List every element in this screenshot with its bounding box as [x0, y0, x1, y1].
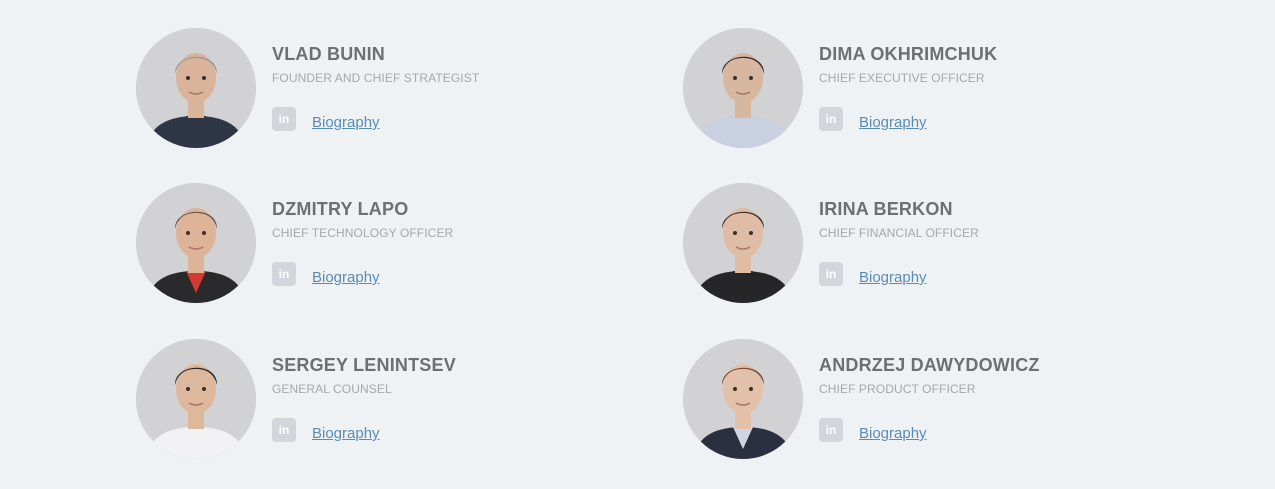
avatar	[136, 339, 256, 459]
avatar	[683, 183, 803, 303]
biography-link[interactable]: Biography	[312, 269, 380, 286]
avatar	[136, 28, 256, 148]
biography-link[interactable]: Biography	[312, 425, 380, 442]
avatar	[683, 28, 803, 148]
team-member-card: DZMITRY LAPO CHIEF TECHNOLOGY OFFICER in…	[136, 183, 596, 307]
team-member-card: DIMA OKHRIMCHUK CHIEF EXECUTIVE OFFICER …	[683, 28, 1143, 152]
member-name: IRINA BERKON	[819, 199, 953, 219]
linkedin-icon[interactable]: in	[272, 418, 296, 442]
team-grid: VLAD BUNIN FOUNDER AND CHIEF STRATEGIST …	[0, 0, 1275, 489]
linkedin-icon[interactable]: in	[272, 107, 296, 131]
linkedin-icon[interactable]: in	[272, 262, 296, 286]
biography-link[interactable]: Biography	[859, 425, 927, 442]
member-name: SERGEY LENINTSEV	[272, 355, 456, 375]
linkedin-icon[interactable]: in	[819, 418, 843, 442]
team-member-card: ANDRZEJ DAWYDOWICZ CHIEF PRODUCT OFFICER…	[683, 339, 1143, 463]
member-name: ANDRZEJ DAWYDOWICZ	[819, 355, 1040, 375]
avatar	[683, 339, 803, 459]
member-name: DIMA OKHRIMCHUK	[819, 44, 998, 64]
member-role: GENERAL COUNSEL	[272, 382, 392, 396]
member-name: DZMITRY LAPO	[272, 199, 409, 219]
member-role: CHIEF FINANCIAL OFFICER	[819, 226, 979, 240]
member-role: CHIEF TECHNOLOGY OFFICER	[272, 226, 454, 240]
team-member-card: IRINA BERKON CHIEF FINANCIAL OFFICER in …	[683, 183, 1143, 307]
avatar	[136, 183, 256, 303]
biography-link[interactable]: Biography	[859, 269, 927, 286]
linkedin-icon[interactable]: in	[819, 107, 843, 131]
biography-link[interactable]: Biography	[859, 114, 927, 131]
team-member-card: SERGEY LENINTSEV GENERAL COUNSEL in Biog…	[136, 339, 596, 463]
linkedin-icon[interactable]: in	[819, 262, 843, 286]
member-role: CHIEF EXECUTIVE OFFICER	[819, 71, 985, 85]
biography-link[interactable]: Biography	[312, 114, 380, 131]
team-member-card: VLAD BUNIN FOUNDER AND CHIEF STRATEGIST …	[136, 28, 596, 152]
member-name: VLAD BUNIN	[272, 44, 385, 64]
member-role: FOUNDER AND CHIEF STRATEGIST	[272, 71, 480, 85]
member-role: CHIEF PRODUCT OFFICER	[819, 382, 976, 396]
